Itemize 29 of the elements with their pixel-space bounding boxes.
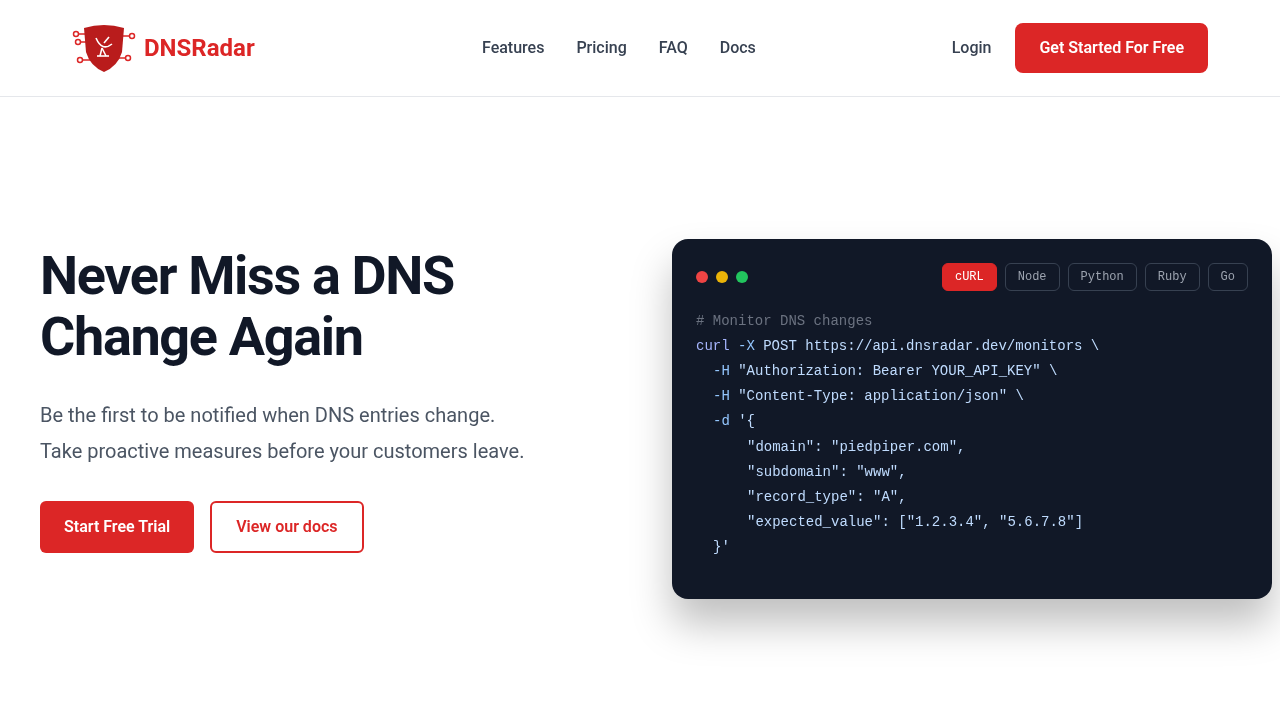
- code-line: -H "Authorization: Bearer YOUR_API_KEY" \: [712, 361, 1058, 381]
- shield-logo-icon: [72, 22, 136, 74]
- nav-link[interactable]: Docs: [719, 36, 756, 60]
- hero-heading: Never Miss a DNS: [40, 244, 455, 306]
- login-link[interactable]: Login: [951, 36, 992, 60]
- get-started-button[interactable]: Get Started For Free: [1015, 23, 1208, 73]
- code-line: "domain": "piedpiper.com",: [746, 437, 966, 457]
- code-line: curl -X POST https://api.dnsradar.dev/monitors \: [696, 336, 1100, 356]
- start-trial-button[interactable]: Start Free Trial: [40, 500, 195, 553]
- code-line: "record_type": "A",: [746, 487, 907, 507]
- hero-subtitle: Be the first to be notified when DNS entries change.: [40, 401, 497, 429]
- code-line: -d '{: [712, 412, 756, 432]
- code-line: }': [712, 538, 730, 558]
- hero-heading: Change Again: [40, 305, 364, 367]
- nav-link[interactable]: Features: [482, 36, 545, 60]
- code-line: -H "Content-Type: application/json" \: [712, 387, 1024, 407]
- hero-subtitle: Take proactive measures before your customers leave.: [40, 437, 526, 465]
- language-tab[interactable]: Python: [1067, 262, 1137, 291]
- nav-link[interactable]: FAQ: [658, 36, 688, 60]
- code-line: "subdomain": "www",: [746, 462, 907, 482]
- docs-button[interactable]: View our docs: [210, 500, 364, 553]
- language-tab[interactable]: Ruby: [1144, 262, 1200, 291]
- language-tab[interactable]: Go: [1207, 262, 1248, 291]
- brand-name[interactable]: DNSRadar: [144, 30, 255, 66]
- language-tab[interactable]: Node: [1004, 262, 1060, 291]
- nav-link[interactable]: Pricing: [576, 36, 627, 60]
- language-tab[interactable]: cURL: [941, 262, 997, 291]
- code-line: "expected_value": ["1.2.3.4", "5.6.7.8"]: [746, 513, 1084, 533]
- code-line: # Monitor DNS changes: [696, 311, 873, 331]
